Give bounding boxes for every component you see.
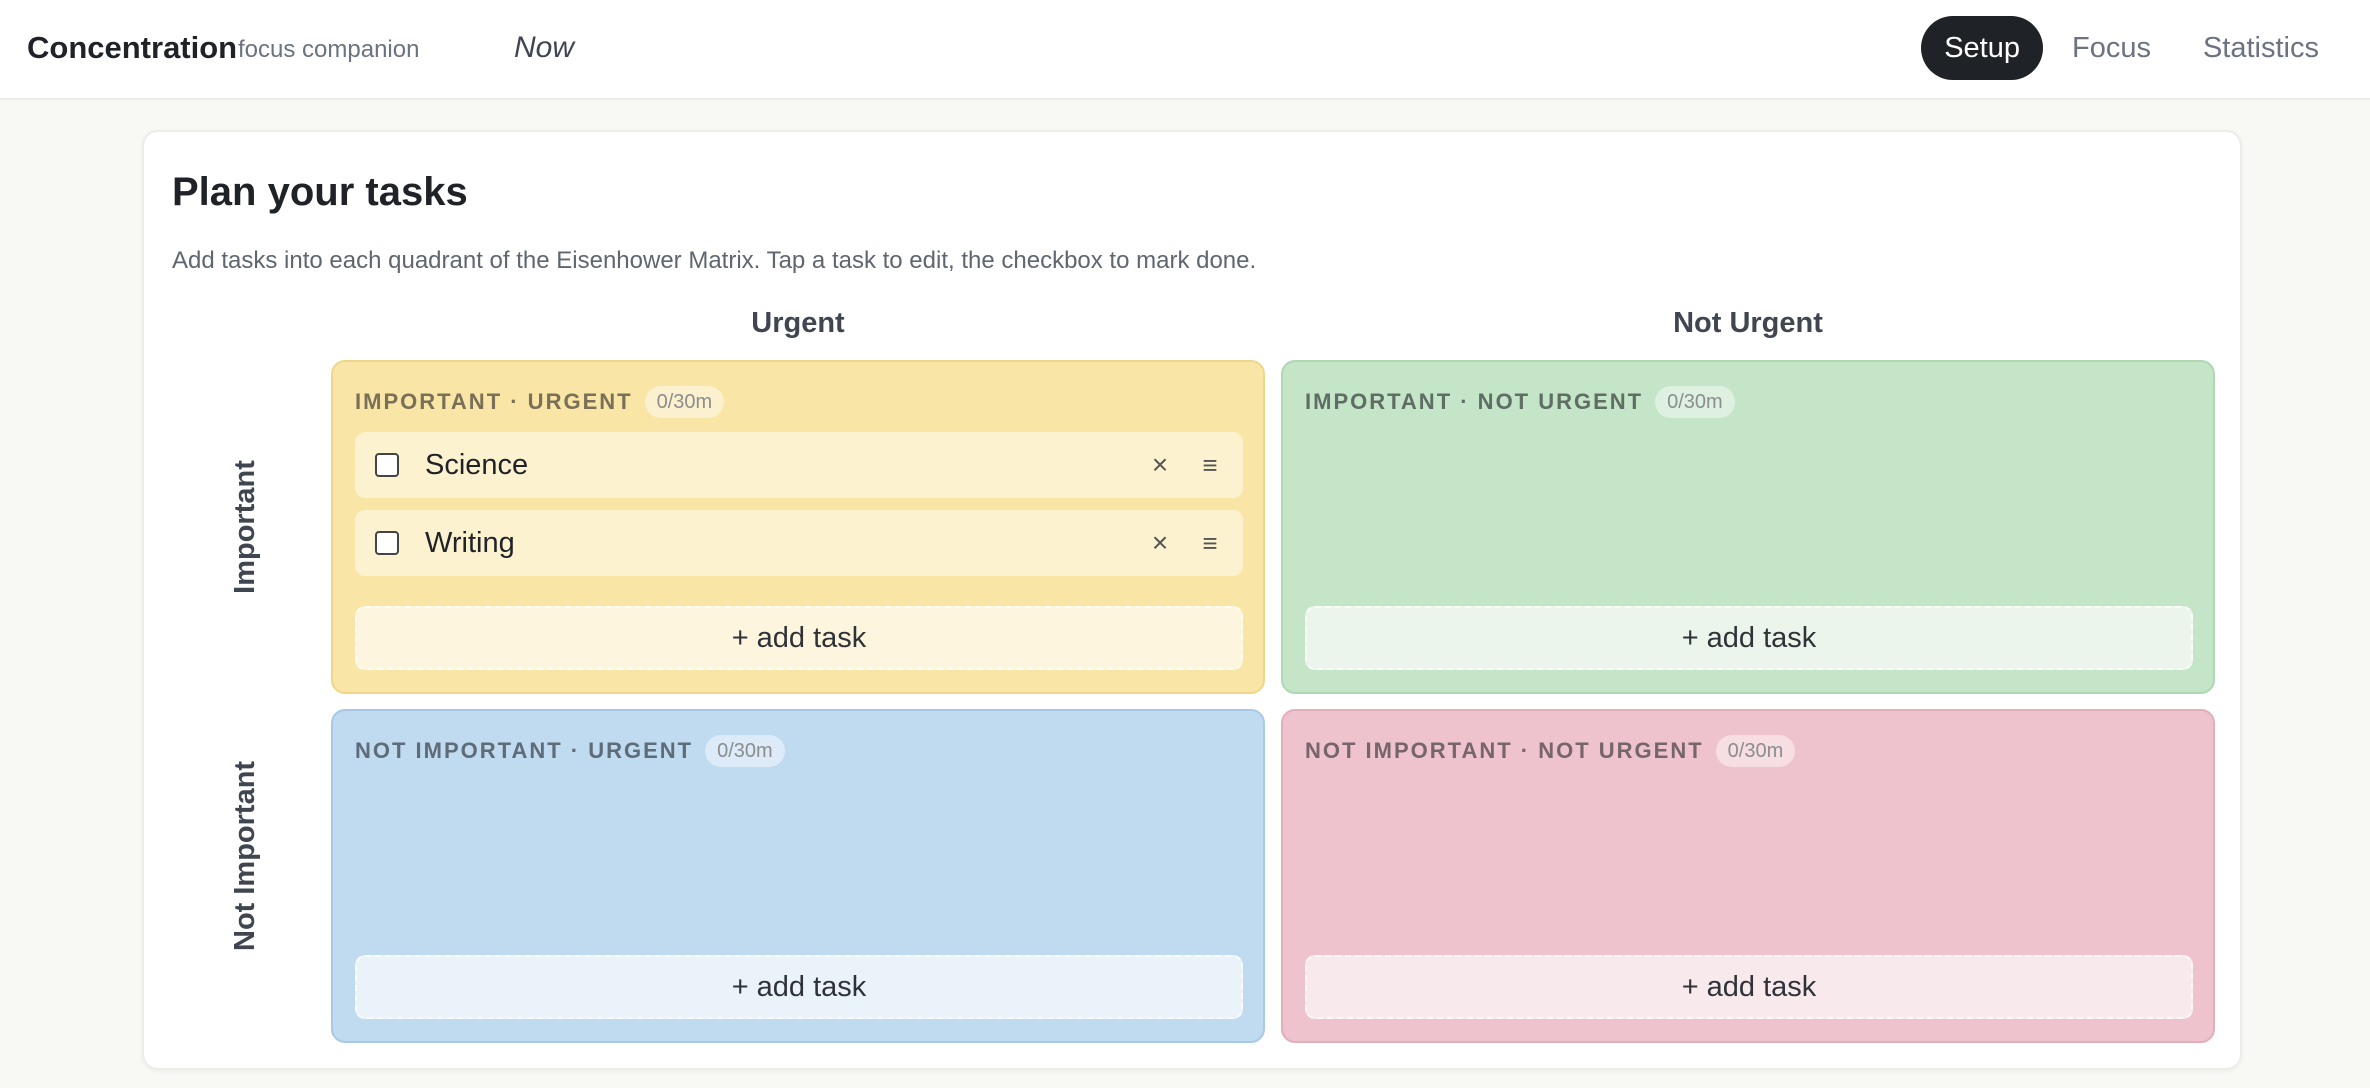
quadrant-title: IMPORTANT · URGENT bbox=[355, 389, 633, 414]
quadrant-header: NOT IMPORTANT · URGENT 0/30m bbox=[355, 735, 785, 767]
drag-handle-icon[interactable]: ≡ bbox=[1195, 450, 1225, 481]
now-indicator: Now bbox=[514, 31, 575, 64]
nav-setup[interactable]: Setup bbox=[1921, 16, 2043, 80]
plan-card: Plan your tasks Add tasks into each quad… bbox=[142, 130, 2242, 1070]
quadrant-header: IMPORTANT · URGENT 0/30m bbox=[355, 386, 725, 418]
page-title: Plan your tasks bbox=[172, 170, 468, 214]
quadrant-title: NOT IMPORTANT · URGENT bbox=[355, 738, 694, 763]
close-icon[interactable]: × bbox=[1145, 527, 1175, 559]
quadrant-title: NOT IMPORTANT · NOT URGENT bbox=[1305, 738, 1704, 763]
task-label[interactable]: Writing bbox=[425, 527, 1145, 560]
time-badge: 0/30m bbox=[644, 386, 725, 418]
page-description: Add tasks into each quadrant of the Eise… bbox=[172, 247, 1257, 274]
add-task-button[interactable]: + add task bbox=[1305, 955, 2193, 1019]
add-task-button[interactable]: + add task bbox=[1305, 606, 2193, 670]
quadrant-title: IMPORTANT · NOT URGENT bbox=[1305, 389, 1644, 414]
time-badge: 0/30m bbox=[705, 735, 785, 767]
quadrant-header: IMPORTANT · NOT URGENT 0/30m bbox=[1305, 386, 1735, 418]
quadrant-header: NOT IMPORTANT · NOT URGENT 0/30m bbox=[1305, 735, 1796, 767]
add-task-button[interactable]: + add task bbox=[355, 606, 1243, 670]
task-checkbox[interactable] bbox=[375, 453, 399, 477]
quadrant-not-important-urgent: NOT IMPORTANT · URGENT 0/30m + add task bbox=[331, 709, 1265, 1043]
task-item[interactable]: Science × ≡ bbox=[355, 432, 1243, 498]
time-badge: 0/30m bbox=[1715, 735, 1796, 767]
nav-focus[interactable]: Focus bbox=[2049, 16, 2174, 80]
top-bar: Concentration focus companion Now Setup … bbox=[0, 0, 2370, 100]
task-label[interactable]: Science bbox=[425, 449, 1145, 482]
task-checkbox[interactable] bbox=[375, 531, 399, 555]
app-tagline: focus companion bbox=[238, 36, 420, 63]
task-item[interactable]: Writing × ≡ bbox=[355, 510, 1243, 576]
time-badge: 0/30m bbox=[1655, 386, 1735, 418]
drag-handle-icon[interactable]: ≡ bbox=[1195, 528, 1225, 559]
nav-statistics[interactable]: Statistics bbox=[2180, 16, 2342, 80]
quadrant-important-not-urgent: IMPORTANT · NOT URGENT 0/30m + add task bbox=[1281, 360, 2215, 694]
quadrant-not-important-not-urgent: NOT IMPORTANT · NOT URGENT 0/30m + add t… bbox=[1281, 709, 2215, 1043]
column-header-not-urgent: Not Urgent bbox=[1673, 307, 1823, 339]
column-header-urgent: Urgent bbox=[751, 307, 845, 339]
quadrant-important-urgent: IMPORTANT · URGENT 0/30m Science × ≡ Wri… bbox=[331, 360, 1265, 694]
row-header-important: Important bbox=[229, 460, 261, 594]
add-task-button[interactable]: + add task bbox=[355, 955, 1243, 1019]
app-title: Concentration bbox=[27, 30, 238, 65]
close-icon[interactable]: × bbox=[1145, 449, 1175, 481]
row-header-not-important: Not Important bbox=[229, 760, 261, 951]
main-nav: Setup Focus Statistics bbox=[1915, 16, 2342, 80]
